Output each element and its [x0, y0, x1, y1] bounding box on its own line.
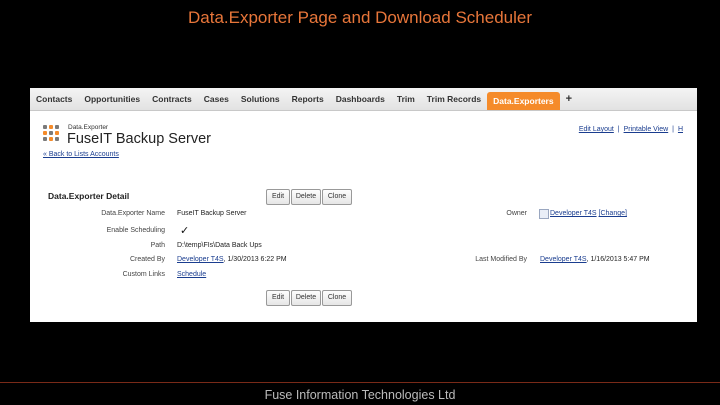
tab-solutions[interactable]: Solutions — [235, 88, 286, 110]
tab-data-exporters[interactable]: Data.Exporters — [487, 92, 560, 110]
name-label: Data.Exporter Name — [101, 210, 165, 217]
name-value: FuseIT Backup Server — [177, 210, 247, 217]
help-link[interactable]: H — [678, 126, 683, 133]
record-title: FuseIT Backup Server — [67, 131, 211, 147]
delete-button-bottom[interactable]: Delete — [291, 290, 321, 306]
clone-button[interactable]: Clone — [322, 189, 352, 205]
edit-layout-link[interactable]: Edit Layout — [579, 126, 614, 133]
modified-date: , 1/16/2013 5:47 PM — [586, 256, 650, 263]
edit-button-bottom[interactable]: Edit — [266, 290, 290, 306]
printable-view-link[interactable]: Printable View — [624, 126, 669, 133]
back-link[interactable]: « Back to Lists Accounts — [43, 151, 119, 158]
tab-contacts[interactable]: Contacts — [30, 88, 78, 110]
tab-reports[interactable]: Reports — [286, 88, 330, 110]
dots-logo-icon — [43, 125, 65, 147]
user-icon — [539, 209, 549, 219]
created-date: , 1/30/2013 6:22 PM — [223, 256, 287, 263]
created-by-value: Developer T4S, 1/30/2013 6:22 PM — [177, 256, 287, 263]
detail-section-title: Data.Exporter Detail — [48, 191, 130, 201]
created-by-user-link[interactable]: Developer T4S — [177, 256, 224, 263]
clone-button-bottom[interactable]: Clone — [322, 290, 352, 306]
owner-label: Owner — [506, 210, 527, 217]
tab-dashboards[interactable]: Dashboards — [330, 88, 391, 110]
modified-by-user-link[interactable]: Developer T4S — [540, 256, 587, 263]
edit-button[interactable]: Edit — [266, 189, 290, 205]
footer-divider — [0, 382, 720, 383]
salesforce-screenshot: Contacts Opportunities Contracts Cases S… — [30, 88, 697, 322]
link-separator: | — [617, 126, 620, 133]
last-modified-value: Developer T4S, 1/16/2013 5:47 PM — [540, 256, 650, 263]
page-links: Edit Layout | Printable View | H — [579, 126, 685, 133]
tab-bar: Contacts Opportunities Contracts Cases S… — [30, 88, 697, 111]
custom-links-label: Custom Links — [122, 271, 165, 278]
tab-contracts[interactable]: Contracts — [146, 88, 198, 110]
tab-opportunities[interactable]: Opportunities — [78, 88, 146, 110]
slide-title: Data.Exporter Page and Download Schedule… — [188, 8, 532, 27]
delete-button[interactable]: Delete — [291, 189, 321, 205]
created-by-label: Created By — [129, 256, 165, 263]
owner-value: Developer T4S [Change] — [550, 210, 627, 217]
tab-trim[interactable]: Trim — [391, 88, 421, 110]
scheduling-label: Enable Scheduling — [106, 227, 165, 234]
change-owner-link[interactable]: [Change] — [599, 210, 627, 217]
tab-trim-records[interactable]: Trim Records — [421, 88, 487, 110]
slide-footer: Fuse Information Technologies Ltd — [264, 388, 456, 402]
tab-cases[interactable]: Cases — [198, 88, 235, 110]
schedule-link[interactable]: Schedule — [177, 271, 206, 278]
record-type-label: Data.Exporter — [68, 124, 109, 131]
last-modified-label: Last Modified By — [475, 256, 527, 263]
link-separator: | — [672, 126, 674, 133]
checkmark-icon: ✓ — [180, 225, 190, 237]
add-tab-icon[interactable]: + — [560, 88, 578, 110]
owner-link[interactable]: Developer T4S — [550, 210, 597, 217]
path-value: D:\temp\FIs\Data Back Ups — [177, 242, 262, 249]
path-label: Path — [150, 242, 165, 249]
